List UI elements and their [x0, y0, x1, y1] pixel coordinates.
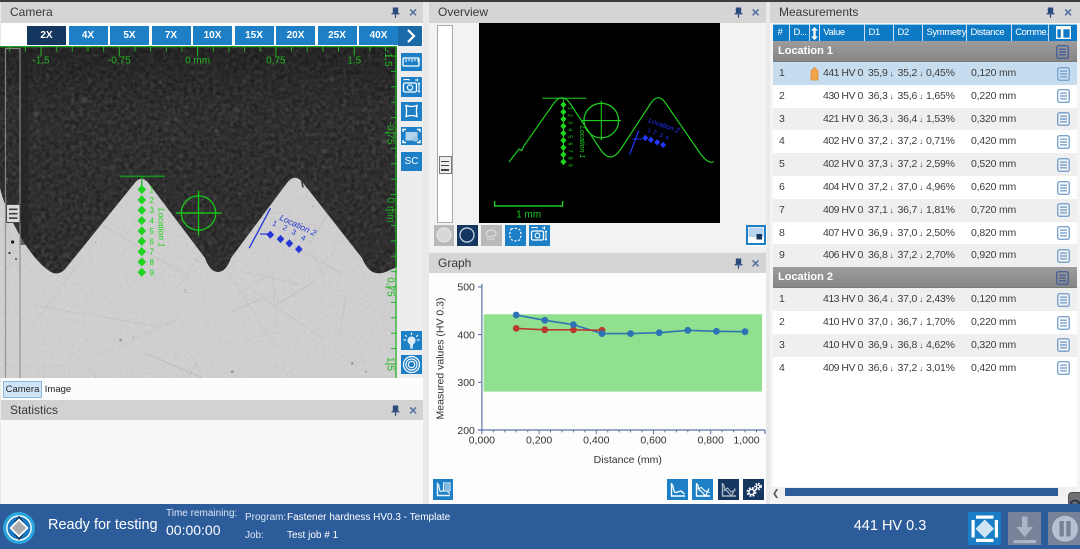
svg-text:1 mm: 1 mm [516, 210, 541, 221]
svg-text:2: 2 [566, 114, 572, 117]
svg-text:3: 3 [150, 206, 155, 215]
svg-text:4: 4 [566, 128, 572, 131]
svg-text:1,5: 1,5 [347, 55, 361, 66]
svg-text:Measured values (HV 0.3): Measured values (HV 0.3) [435, 298, 447, 420]
svg-text:9: 9 [566, 164, 572, 167]
svg-text:6: 6 [566, 142, 572, 145]
svg-text:500: 500 [457, 282, 475, 294]
svg-text:3: 3 [566, 121, 572, 124]
svg-text:0,200: 0,200 [526, 435, 552, 447]
svg-text:0,600: 0,600 [640, 435, 666, 447]
svg-text:0,800: 0,800 [698, 435, 724, 447]
svg-text:Location 1: Location 1 [157, 208, 167, 247]
svg-text:5: 5 [150, 227, 155, 236]
svg-text:1: 1 [150, 186, 155, 195]
svg-text:9: 9 [150, 268, 155, 277]
svg-text:-0,75: -0,75 [385, 122, 396, 145]
svg-text:8: 8 [566, 157, 572, 160]
svg-text:-1,5: -1,5 [382, 49, 393, 67]
svg-text:-0,75: -0,75 [108, 55, 131, 66]
svg-text:7: 7 [566, 150, 572, 153]
svg-text:1,5: 1,5 [385, 357, 396, 371]
svg-text:0 mm: 0 mm [185, 55, 210, 66]
svg-text:0,75: 0,75 [385, 277, 396, 297]
svg-text:400: 400 [457, 329, 475, 341]
svg-text:2: 2 [150, 196, 155, 205]
svg-text:1,000: 1,000 [733, 435, 759, 447]
svg-text:0,75: 0,75 [266, 55, 286, 66]
svg-text:5: 5 [566, 135, 572, 138]
svg-text:0,000: 0,000 [469, 435, 495, 447]
svg-text:Location 1: Location 1 [578, 126, 585, 158]
svg-text:7: 7 [150, 248, 155, 257]
svg-text:0 mm: 0 mm [385, 198, 396, 223]
svg-text:6: 6 [150, 237, 155, 246]
svg-text:300: 300 [457, 377, 475, 389]
svg-text:Distance (mm): Distance (mm) [594, 454, 662, 466]
svg-text:0,400: 0,400 [583, 435, 609, 447]
svg-text:-1,5: -1,5 [32, 55, 50, 66]
svg-text:4: 4 [150, 217, 155, 226]
svg-text:1: 1 [566, 107, 572, 110]
svg-text:8: 8 [150, 258, 155, 267]
